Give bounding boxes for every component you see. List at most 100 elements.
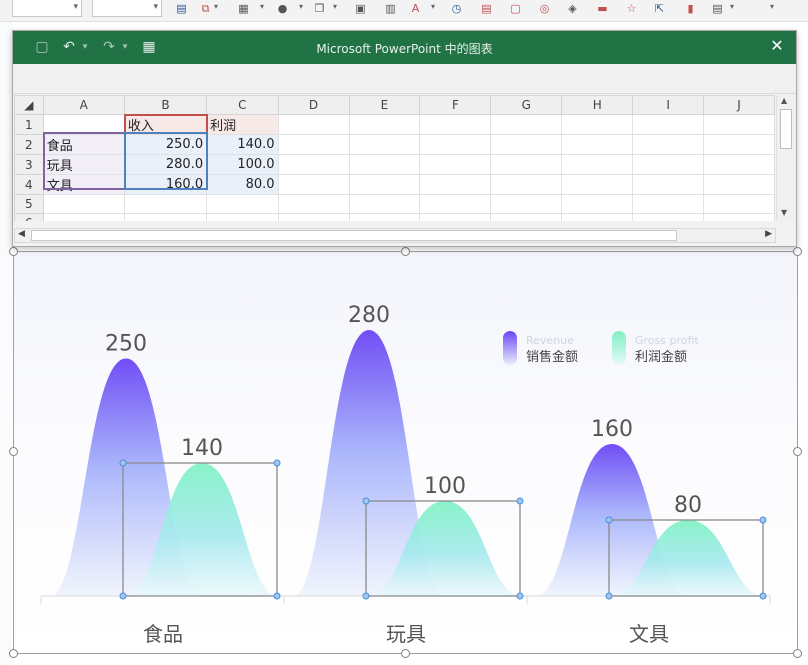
stack-icon[interactable]: ▤ — [711, 2, 724, 15]
cell[interactable] — [561, 114, 634, 135]
cell[interactable] — [490, 213, 563, 221]
export-icon[interactable]: ⇱ — [653, 2, 666, 15]
cell-b2[interactable]: 250.0 — [123, 134, 208, 155]
cell[interactable] — [42, 213, 125, 221]
cell-b4[interactable]: 160.0 — [123, 174, 208, 195]
cell-a1[interactable] — [42, 114, 125, 135]
arrange-icon[interactable]: ⧉ — [199, 2, 212, 15]
cell[interactable] — [490, 114, 563, 135]
cell[interactable] — [561, 174, 634, 195]
bar-icon[interactable]: ▮ — [684, 2, 697, 15]
point-handle[interactable] — [605, 592, 613, 600]
col-header[interactable]: D — [277, 95, 350, 115]
cell[interactable] — [419, 154, 492, 175]
cell[interactable] — [561, 194, 634, 214]
col-header[interactable]: B — [123, 95, 208, 115]
star-icon[interactable]: ☆ — [625, 2, 638, 15]
chart-legend[interactable]: Revenue 销售金额 Gross profit 利润金额 — [503, 331, 699, 365]
cell[interactable] — [490, 174, 563, 195]
point-handle[interactable] — [759, 592, 767, 600]
close-button[interactable]: ✕ — [768, 37, 786, 55]
cell-c3[interactable]: 100.0 — [206, 154, 279, 175]
copy-format-icon[interactable]: ❐ — [313, 2, 326, 15]
resize-handle-tl[interactable] — [9, 247, 18, 256]
row-header[interactable]: 2 — [14, 134, 44, 155]
cell[interactable] — [277, 194, 350, 214]
point-handle[interactable] — [605, 516, 613, 524]
point-handle[interactable] — [273, 459, 281, 467]
vertical-scrollbar[interactable]: ▲ ▼ — [776, 95, 794, 221]
chevron-down-icon[interactable]: ▾ — [333, 2, 337, 11]
point-handle[interactable] — [362, 497, 370, 505]
picture-icon[interactable]: ▣ — [354, 2, 367, 15]
resize-handle-br[interactable] — [793, 649, 802, 658]
cell[interactable] — [348, 134, 421, 155]
cell[interactable] — [277, 134, 350, 155]
cell[interactable] — [490, 194, 563, 214]
cell[interactable] — [123, 194, 208, 214]
col-header[interactable]: E — [348, 95, 421, 115]
resize-handle-bl[interactable] — [9, 649, 18, 658]
cell[interactable] — [703, 194, 775, 214]
cell-b3[interactable]: 280.0 — [123, 154, 208, 175]
layers-icon[interactable]: ◈ — [566, 2, 579, 15]
cell[interactable] — [561, 213, 634, 221]
col-header[interactable]: G — [490, 95, 563, 115]
cell[interactable] — [490, 134, 563, 155]
table2-icon[interactable]: ▥ — [384, 2, 397, 15]
cell[interactable] — [277, 213, 350, 221]
col-header[interactable]: J — [703, 95, 775, 115]
chevron-down-icon[interactable]: ▾ — [730, 2, 734, 11]
cell[interactable] — [632, 114, 705, 135]
cell[interactable] — [632, 154, 705, 175]
chevron-down-icon[interactable]: ▾ — [299, 2, 303, 11]
cell[interactable] — [561, 154, 634, 175]
spreadsheet-grid[interactable]: ◢ A B C D E F G H I J 1 收入 利润 2 食品 250.0… — [14, 95, 775, 221]
row-header[interactable]: 4 — [14, 174, 44, 195]
cell[interactable] — [277, 114, 350, 135]
cell[interactable] — [419, 174, 492, 195]
scroll-thumb[interactable] — [780, 109, 792, 149]
scroll-down-icon[interactable]: ▼ — [781, 208, 787, 217]
col-header[interactable]: F — [419, 95, 492, 115]
cell[interactable] — [490, 154, 563, 175]
more-icon[interactable]: ▾ — [770, 2, 774, 11]
cell[interactable] — [419, 213, 492, 221]
chevron-down-icon[interactable]: ▾ — [431, 2, 435, 11]
resize-handle-t[interactable] — [401, 247, 410, 256]
shape-fill-icon[interactable]: ▤ — [175, 2, 188, 15]
scroll-thumb[interactable] — [31, 230, 677, 241]
cell[interactable] — [348, 154, 421, 175]
row-header[interactable]: 5 — [14, 194, 44, 214]
point-handle[interactable] — [516, 497, 524, 505]
cell[interactable] — [419, 194, 492, 214]
cell[interactable] — [561, 134, 634, 155]
cell[interactable] — [632, 134, 705, 155]
cell[interactable] — [632, 174, 705, 195]
size-combo[interactable]: ▾ — [92, 0, 162, 17]
cell[interactable] — [348, 194, 421, 214]
table-icon[interactable]: ▦ — [237, 2, 250, 15]
cell[interactable] — [277, 174, 350, 195]
col-header[interactable]: A — [42, 95, 125, 115]
shape-effects-icon[interactable]: ● — [276, 2, 289, 15]
eyedropper-icon[interactable]: ▬ — [596, 2, 609, 15]
cell[interactable] — [277, 154, 350, 175]
col-header[interactable]: I — [632, 95, 705, 115]
chevron-down-icon[interactable]: ▾ — [214, 2, 218, 11]
target-icon[interactable]: ◎ — [538, 2, 551, 15]
smartart-icon[interactable]: ▢ — [509, 2, 522, 15]
row-header[interactable]: 1 — [14, 114, 44, 135]
cell-a4[interactable]: 文具 — [42, 174, 125, 195]
text-fx-icon[interactable]: A — [409, 2, 422, 15]
scroll-up-icon[interactable]: ▲ — [781, 96, 787, 105]
select-all-corner[interactable]: ◢ — [14, 95, 44, 115]
resize-handle-b[interactable] — [401, 649, 410, 658]
resize-handle-r[interactable] — [793, 447, 802, 456]
cell[interactable] — [703, 134, 775, 155]
cell[interactable] — [348, 114, 421, 135]
cell[interactable] — [703, 114, 775, 135]
row-header[interactable]: 3 — [14, 154, 44, 175]
point-handle[interactable] — [759, 516, 767, 524]
cell[interactable] — [632, 194, 705, 214]
